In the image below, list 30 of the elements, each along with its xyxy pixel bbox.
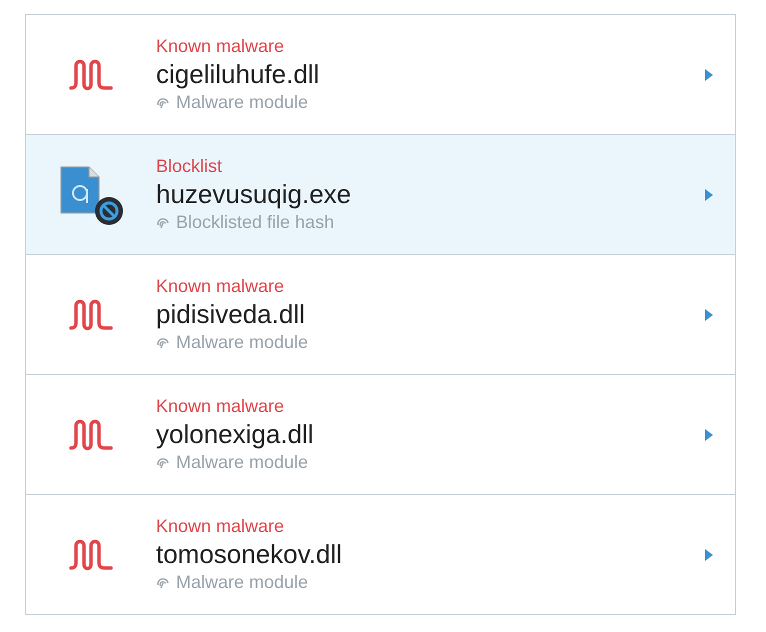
detail-label: Malware module — [176, 572, 308, 593]
chevron-icon — [705, 68, 713, 80]
file-name: tomosonekov.dll — [156, 539, 343, 570]
fingerprint-icon — [156, 456, 170, 470]
detail-label: Malware module — [176, 332, 308, 353]
category-label: Blocklist — [156, 156, 224, 177]
chevron-icon — [705, 188, 713, 200]
category-label: Known malware — [156, 516, 286, 537]
detail-label: Malware module — [176, 452, 308, 473]
wave-icon — [69, 58, 113, 92]
category-label: Known malware — [156, 36, 286, 57]
file-name: huzevusuqig.exe — [156, 179, 352, 210]
chevron-icon — [705, 548, 713, 560]
fingerprint-icon — [156, 216, 170, 230]
file-name: pidisiveda.dll — [156, 299, 306, 330]
file-name: yolonexiga.dll — [156, 419, 315, 450]
wave-icon — [69, 538, 113, 572]
detail-label: Blocklisted file hash — [176, 212, 334, 233]
fingerprint-icon — [156, 576, 170, 590]
file-name: cigeliluhufe.dll — [156, 59, 320, 90]
chevron-icon — [705, 308, 713, 320]
wave-icon — [69, 298, 113, 332]
list-item[interactable]: Blocklist huzevusuqig.exe Blocklisted file hash — [26, 134, 735, 254]
wave-icon — [69, 418, 113, 452]
detail-label: Malware module — [176, 92, 308, 113]
category-label: Known malware — [156, 396, 286, 417]
fingerprint-icon — [156, 96, 170, 110]
chevron-icon — [705, 428, 713, 440]
fingerprint-icon — [156, 336, 170, 350]
category-label: Known malware — [156, 276, 286, 297]
